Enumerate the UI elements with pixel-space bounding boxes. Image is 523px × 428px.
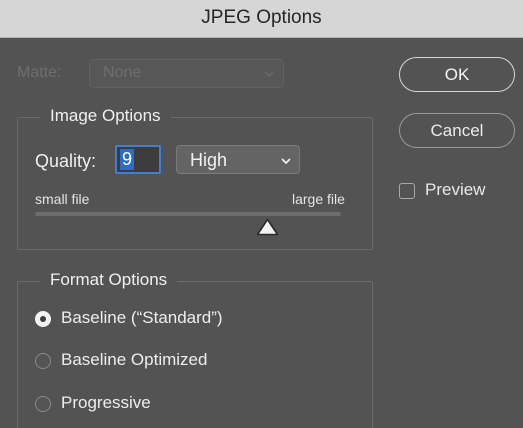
image-options-group (17, 117, 373, 250)
quality-input[interactable]: 9 (115, 145, 161, 174)
matte-dropdown: None (89, 59, 284, 88)
cancel-button[interactable]: Cancel (399, 113, 515, 148)
radio-button[interactable] (35, 396, 51, 412)
radio-button[interactable] (35, 353, 51, 369)
quality-input-value: 9 (120, 149, 135, 170)
radio-label: Progressive (61, 393, 151, 412)
title-bar[interactable]: JPEG Options (0, 0, 523, 38)
radio-button[interactable] (35, 311, 51, 327)
ok-button[interactable]: OK (399, 57, 515, 92)
matte-label: Matte: (17, 64, 62, 81)
preview-checkbox[interactable] (399, 183, 415, 199)
matte-value: None (103, 64, 142, 81)
quality-preset-dropdown[interactable]: High (176, 145, 300, 174)
dialog-title: JPEG Options (201, 7, 322, 28)
quality-slider-track[interactable] (35, 212, 341, 216)
quality-label: Quality: (35, 151, 97, 171)
chevron-down-icon (264, 71, 274, 78)
chevron-down-icon (281, 158, 291, 165)
format-options-title: Format Options (40, 270, 178, 290)
radio-label: Baseline (“Standard”) (61, 308, 223, 327)
quality-preset-value: High (190, 150, 228, 170)
radio-label: Baseline Optimized (61, 350, 208, 369)
slider-max-label: large file (292, 191, 345, 207)
image-options-title: Image Options (40, 106, 171, 126)
triangle-thumb-icon[interactable] (256, 218, 279, 236)
preview-label[interactable]: Preview (425, 180, 485, 200)
jpeg-options-dialog: JPEG Options Matte: None Image Options Q… (0, 0, 523, 428)
slider-min-label: small file (35, 191, 90, 207)
